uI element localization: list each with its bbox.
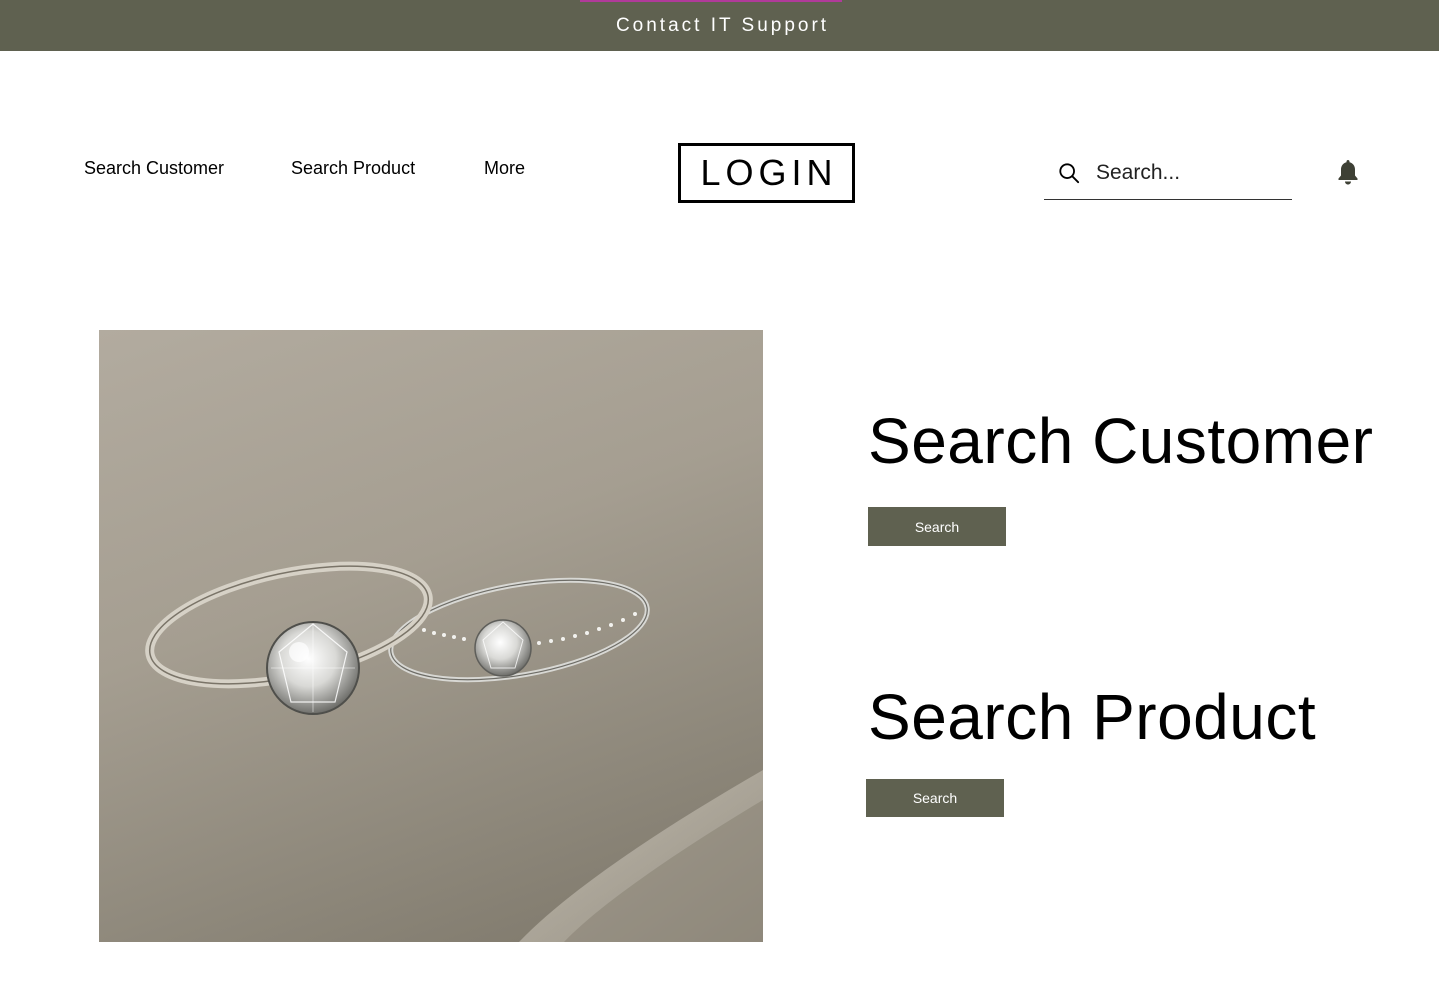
heading-search-customer: Search Customer [868,405,1374,477]
heading-search-product: Search Product [868,681,1317,753]
search-product-button[interactable]: Search [866,779,1004,817]
login-button[interactable]: LOGIN [678,143,855,203]
contact-it-support-link[interactable]: Contact IT Support [610,15,829,37]
nav-search-product[interactable]: Search Product [291,158,415,179]
bell-icon[interactable] [1336,158,1360,186]
search-customer-button[interactable]: Search [868,507,1006,546]
search-input[interactable] [1094,159,1279,186]
search-icon[interactable] [1058,162,1080,184]
banner-accent-line [580,0,842,2]
nav-search-customer[interactable]: Search Customer [84,158,224,179]
nav-more[interactable]: More [484,158,525,179]
top-banner: Contact IT Support [0,0,1439,51]
hero-image-rings [99,330,763,942]
site-search-bar [1044,146,1292,200]
rings-illustration [145,561,763,942]
